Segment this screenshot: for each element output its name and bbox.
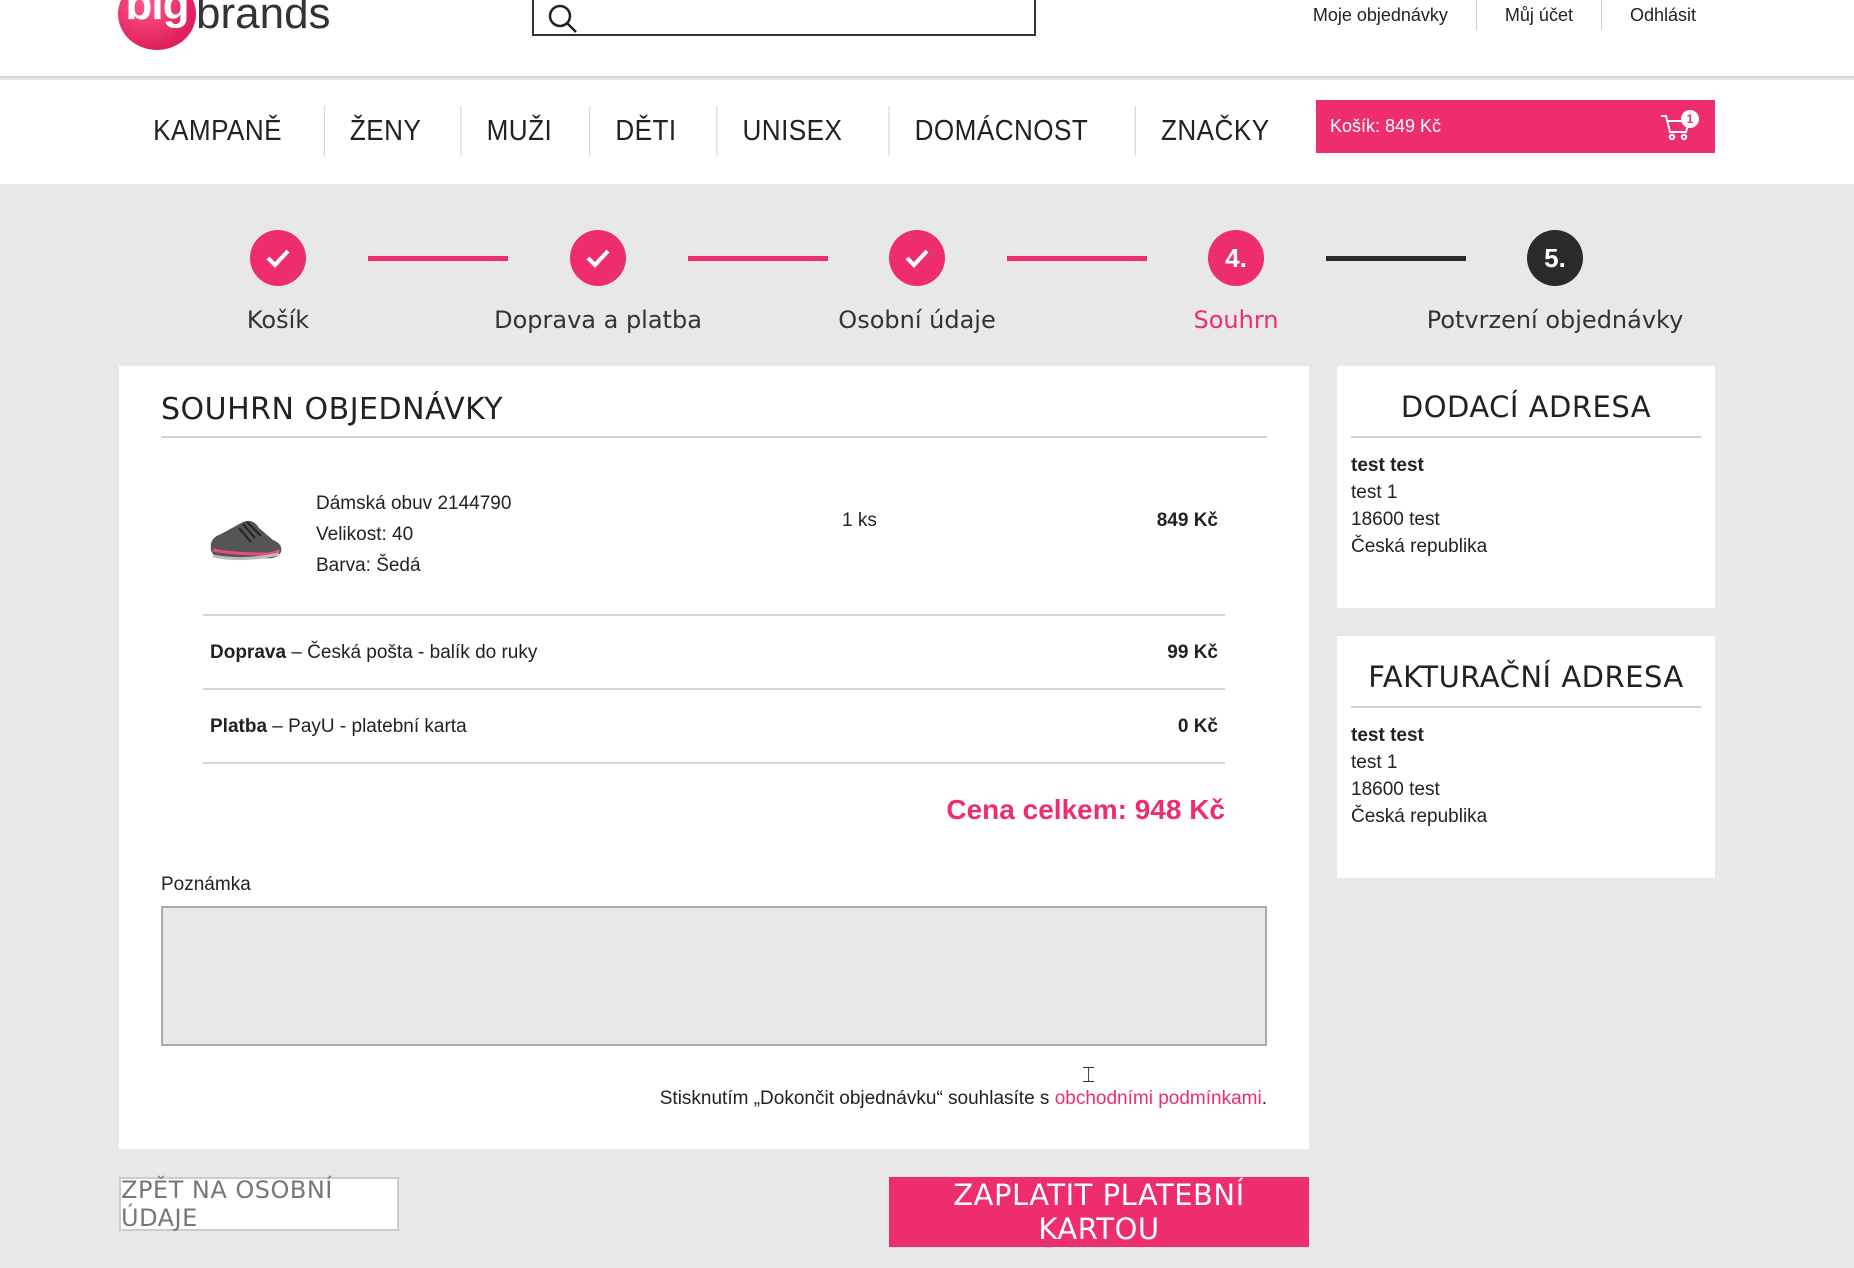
product-color: Barva: Šedá: [316, 555, 421, 576]
step-connector: [1007, 256, 1147, 261]
billing-street: test 1: [1351, 752, 1398, 773]
step-1-check-icon: [250, 230, 306, 286]
billing-address-body: test test test 1 18600 test Česká republ…: [1337, 708, 1715, 830]
main-nav: KAMPANĚ ŽENY MUŽI DĚTI UNISEX DOMÁCNOST …: [118, 106, 1304, 156]
terms-text: Stisknutím „Dokončit objednávku“ souhlas…: [660, 1088, 1267, 1110]
divider: [203, 762, 1225, 764]
checkout-steps: 4. 5. Košík Doprava a platba Osobní údaj…: [0, 230, 1854, 340]
product-info: Dámská obuv 2144790 Velikost: 40 Barva: …: [316, 488, 511, 581]
delivery-street: test 1: [1351, 482, 1398, 503]
shipping-row: Doprava – Česká pošta - balík do ruky: [210, 642, 537, 664]
check-icon: [266, 249, 290, 268]
terms-prefix: Stisknutím „Dokončit objednávku“ souhlas…: [659, 1088, 1055, 1109]
step-3-check-icon: [889, 230, 945, 286]
payment-detail: – PayU - platební karta: [267, 716, 467, 737]
top-bar: big brands Moje objednávky Můj účet Odhl…: [0, 0, 1854, 78]
logo-text: brands: [196, 0, 331, 38]
product-price: 849 Kč: [1156, 510, 1218, 531]
delivery-address-panel: DODACÍ ADRESA test test test 1 18600 tes…: [1337, 366, 1715, 608]
product-name[interactable]: Dámská obuv 2144790: [316, 488, 511, 519]
billing-address-panel: FAKTURAČNÍ ADRESA test test test 1 18600…: [1337, 636, 1715, 878]
step-connector: [1326, 256, 1466, 261]
delivery-country: Česká republika: [1351, 536, 1488, 557]
check-icon: [586, 249, 610, 268]
step-2-check-icon: [570, 230, 626, 286]
terms-link[interactable]: obchodními podmínkami: [1055, 1088, 1262, 1109]
billing-city: 18600 test: [1351, 779, 1440, 800]
logout-link[interactable]: Odhlásit: [1600, 0, 1724, 30]
nav-item-muzi[interactable]: MUŽI: [460, 106, 577, 156]
payment-row: Platba – PayU - platební karta: [210, 716, 467, 738]
payment-price: 0 Kč: [1177, 716, 1218, 737]
my-account-link[interactable]: Můj účet: [1475, 0, 1601, 30]
billing-name: test test: [1351, 725, 1424, 746]
account-links: Moje objednávky Můj účet Odhlásit: [1285, 0, 1724, 30]
search-input[interactable]: [532, 0, 1036, 36]
nav-item-domacnost[interactable]: DOMÁCNOST: [888, 106, 1114, 156]
main-nav-bar: KAMPANĚ ŽENY MUŽI DĚTI UNISEX DOMÁCNOST …: [0, 80, 1854, 184]
nav-item-kampane[interactable]: KAMPANĚ: [128, 106, 307, 156]
logo-circle: big: [118, 0, 196, 50]
cart-button[interactable]: Košík: 849 Kč 1: [1316, 100, 1715, 153]
shipping-label: Doprava: [210, 642, 287, 663]
product-size: Velikost: 40: [316, 524, 414, 545]
text-cursor-icon: ⌶: [1082, 1062, 1096, 1087]
order-total: Cena celkem: 948 Kč: [946, 794, 1225, 825]
logo[interactable]: big brands: [118, 0, 331, 50]
note-label: Poznámka: [161, 874, 251, 895]
delivery-address-title: DODACÍ ADRESA: [1400, 390, 1652, 424]
nav-item-unisex[interactable]: UNISEX: [716, 106, 868, 156]
check-icon: [905, 249, 929, 268]
step-connector: [688, 256, 828, 261]
shipping-price: 99 Kč: [1167, 642, 1218, 663]
divider: [203, 688, 1225, 690]
divider: [161, 436, 1267, 438]
nav-item-znacky[interactable]: ZNAČKY: [1135, 106, 1295, 156]
summary-title: SOUHRN OBJEDNÁVKY: [161, 392, 504, 427]
terms-suffix: .: [1261, 1088, 1267, 1109]
step-label-souhrn: Souhrn: [1193, 306, 1279, 334]
product-image[interactable]: [203, 488, 289, 568]
delivery-address-body: test test test 1 18600 test Česká republ…: [1337, 438, 1715, 560]
step-5-number: 5.: [1527, 230, 1583, 286]
product-quantity: 1 ks: [842, 510, 877, 531]
shipping-detail: – Česká pošta - balík do ruky: [286, 642, 538, 663]
cart-count-badge: 1: [1681, 110, 1699, 128]
divider: [203, 614, 1225, 616]
billing-country: Česká republika: [1351, 806, 1488, 827]
payment-label: Platba: [210, 716, 268, 737]
step-label-doprava[interactable]: Doprava a platba: [494, 306, 702, 334]
step-label-kosik[interactable]: Košík: [247, 306, 309, 334]
back-to-personal-info-button[interactable]: ZPĚT NA OSOBNÍ ÚDAJE: [119, 1176, 399, 1232]
delivery-name: test test: [1351, 455, 1424, 476]
my-orders-link[interactable]: Moje objednávky: [1285, 0, 1476, 30]
step-4-number: 4.: [1208, 230, 1264, 286]
nav-item-zeny[interactable]: ŽENY: [323, 106, 447, 156]
step-label-osobni-udaje[interactable]: Osobní údaje: [838, 306, 995, 334]
note-textarea[interactable]: [161, 906, 1267, 1046]
order-summary-panel: SOUHRN OBJEDNÁVKY Dámská obuv 2144790 Ve…: [119, 366, 1309, 1149]
search-icon[interactable]: [546, 2, 580, 36]
pay-by-card-button[interactable]: ZAPLATIT PLATEBNÍ KARTOU: [889, 1177, 1309, 1247]
billing-address-title: FAKTURAČNÍ ADRESA: [1368, 660, 1684, 694]
nav-item-deti[interactable]: DĚTI: [589, 106, 703, 156]
step-connector: [368, 256, 508, 261]
delivery-city: 18600 test: [1351, 509, 1440, 530]
cart-label: Košík: 849 Kč: [1330, 116, 1442, 136]
step-label-potvrzeni: Potvrzení objednávky: [1426, 306, 1684, 334]
